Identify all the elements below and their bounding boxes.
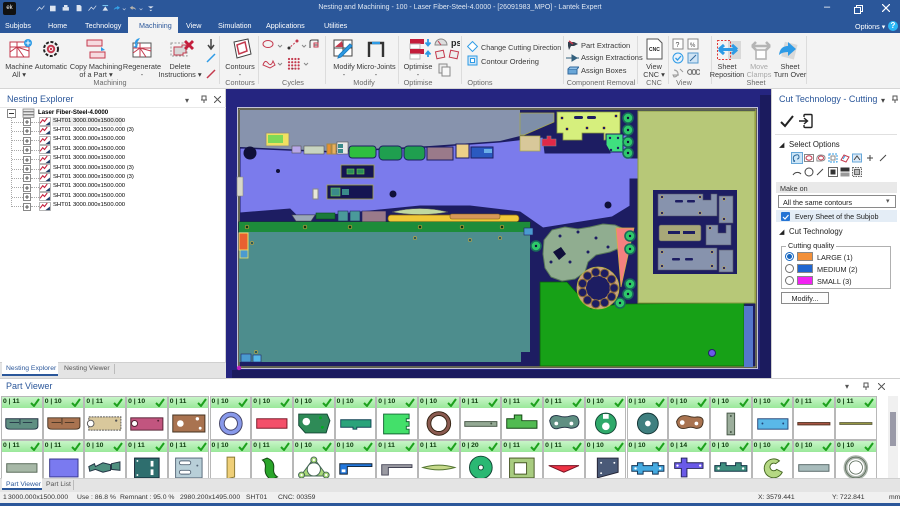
svg-text:?: ?: [676, 42, 680, 49]
svg-text:%: %: [690, 43, 696, 49]
svg-text:ps: ps: [451, 38, 460, 48]
svg-text:CNC: CNC: [649, 47, 660, 53]
